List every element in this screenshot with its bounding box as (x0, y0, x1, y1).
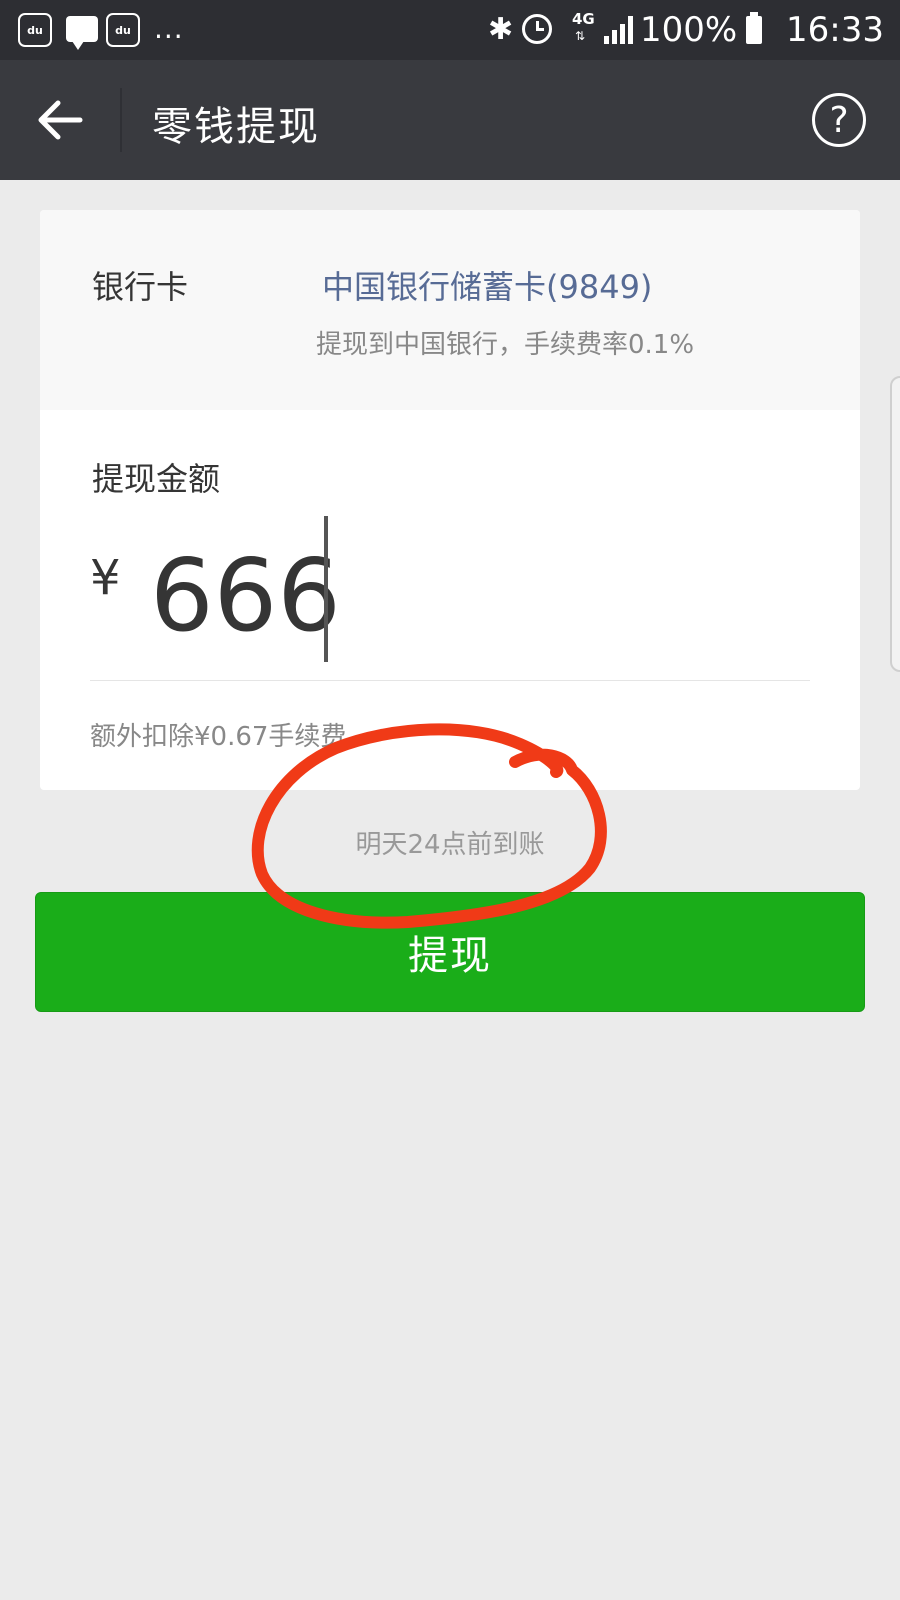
bluetooth-icon: ✱ (488, 12, 514, 47)
battery-percent: 100% (640, 10, 738, 50)
signal-icon (604, 16, 638, 44)
page-title: 零钱提现 (152, 104, 320, 150)
fee-note: 额外扣除¥0.67手续费 (90, 722, 347, 752)
battery-icon (746, 12, 762, 44)
scroll-handle[interactable] (890, 376, 900, 672)
chat-icon (66, 16, 98, 50)
amount-label: 提现金额 (92, 460, 221, 498)
withdraw-button[interactable]: 提现 (35, 892, 865, 1012)
arrival-time-note: 明天24点前到账 (355, 830, 545, 860)
arrow-left-icon (38, 100, 83, 140)
amount-input[interactable]: 666 (150, 536, 341, 656)
network-type: 4G (572, 10, 595, 28)
bank-card-description: 提现到中国银行，手续费率0.1% (316, 330, 695, 360)
text-cursor (324, 516, 328, 662)
bank-card-selector[interactable]: 银行卡 中国银行储蓄卡(9849) 提现到中国银行，手续费率0.1% (40, 210, 860, 410)
withdraw-card: 银行卡 中国银行储蓄卡(9849) 提现到中国银行，手续费率0.1% 提现金额 … (40, 210, 860, 790)
question-icon: ? (829, 99, 849, 141)
status-bar: du du ... ✱ 4G ⇅ 100% 16:33 (0, 0, 900, 60)
data-arrows-icon: ⇅ (575, 29, 586, 43)
clock: 16:33 (786, 10, 884, 50)
currency-symbol: ¥ (90, 550, 121, 606)
alarm-icon (522, 14, 552, 44)
baidu-icon-label: du (115, 23, 131, 37)
back-button[interactable] (30, 90, 90, 150)
more-notifications: ... (154, 12, 184, 45)
baidu-icon: du (106, 13, 140, 47)
baidu-icon-label: du (27, 23, 43, 37)
amount-divider (90, 680, 810, 681)
nav-bar: 零钱提现 ? (0, 60, 900, 180)
withdraw-button-label: 提现 (408, 933, 492, 979)
baidu-icon: du (18, 13, 52, 47)
help-button[interactable]: ? (812, 93, 866, 147)
bank-card-name[interactable]: 中国银行储蓄卡(9849) (322, 262, 652, 308)
bank-card-label: 银行卡 (92, 268, 189, 306)
nav-divider (120, 88, 122, 152)
